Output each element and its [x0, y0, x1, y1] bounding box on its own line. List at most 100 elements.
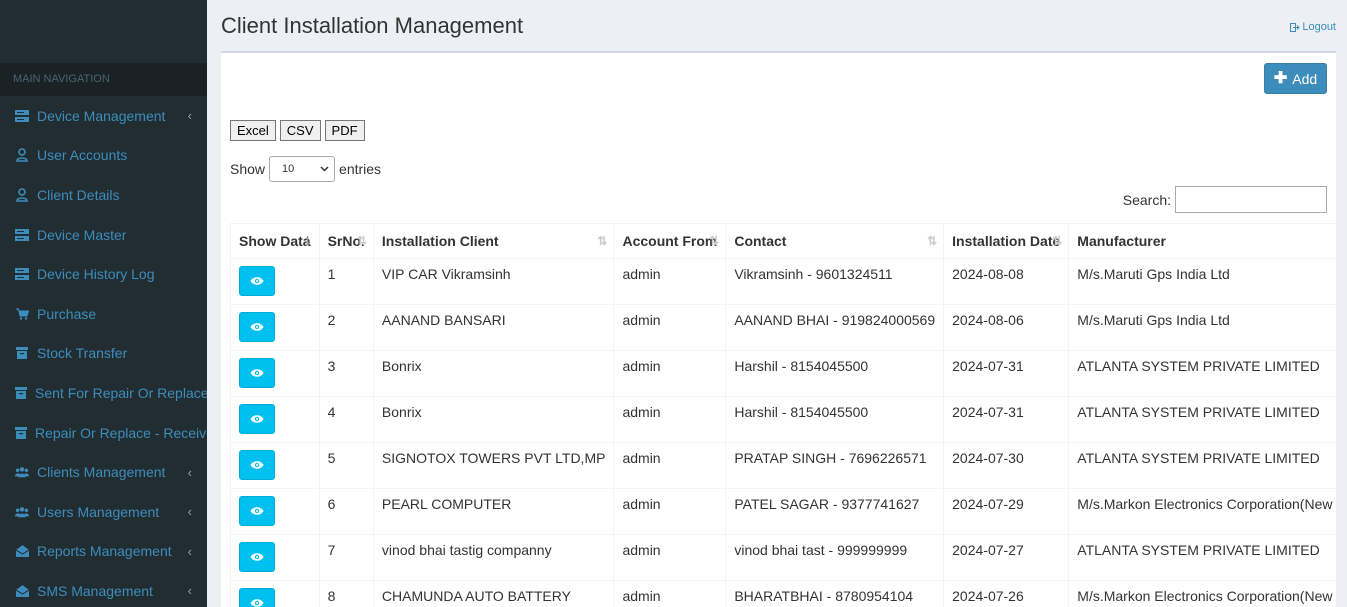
cell-account-from: admin [613, 442, 727, 489]
sidebar-item-purchase[interactable]: Purchase [0, 294, 207, 334]
cell-contact: PRATAP SINGH - 7696226571 [725, 442, 945, 489]
col-header-label: Contact [734, 233, 787, 249]
cell-installation-date: 2024-07-30 [943, 442, 1070, 489]
cell-installation-date: 2024-08-08 [943, 258, 1070, 305]
col-header-show-data[interactable]: Show Data ⇂ [230, 223, 320, 259]
sidebar-item-device-master[interactable]: Device Master [0, 215, 207, 255]
cell-contact: Harshil - 8154045500 [725, 396, 945, 443]
cell-account-from: admin [613, 580, 727, 607]
add-button[interactable]: ✚ Add [1264, 63, 1327, 94]
cell-installation-date: 2024-07-26 [943, 580, 1070, 607]
sidebar-item-sms-management[interactable]: SMS Management ‹ [0, 571, 207, 607]
col-header-account-from[interactable]: Account From ⇅ [613, 223, 727, 259]
search-control: Search: [1123, 186, 1327, 213]
export-excel-button[interactable]: Excel [230, 120, 276, 141]
sidebar-item-reports-management[interactable]: Reports Management ‹ [0, 532, 207, 572]
cell-account-from: admin [613, 258, 727, 305]
col-header-manufacturer[interactable]: Manufacturer⇅ [1068, 223, 1336, 259]
view-button[interactable] [239, 588, 275, 607]
sort-asc-icon: ⇂ [302, 234, 313, 248]
entries-label: entries [339, 161, 382, 177]
entries-select[interactable]: 10 [269, 156, 336, 182]
sidebar-item-repair-or-replace-received[interactable]: Repair Or Replace - Received [0, 413, 207, 453]
sidebar-item-users-management[interactable]: Users Management ‹ [0, 492, 207, 532]
logout-link[interactable]: Logout [1290, 21, 1336, 33]
cell-installation-client: VIP CAR Vikramsinh [372, 258, 615, 305]
cell-contact: BHARATBHAI - 8780954104 [725, 580, 945, 607]
cell-srno: 3 [318, 350, 374, 397]
cell-show-data [230, 580, 320, 607]
col-header-installation-client[interactable]: Installation Client ⇅ [372, 223, 615, 259]
eye-icon [250, 414, 264, 424]
show-label: Show [230, 161, 266, 177]
cell-installation-date: 2024-07-27 [943, 534, 1070, 581]
cell-account-from: admin [613, 350, 727, 397]
cell-account-from: admin [613, 396, 727, 443]
view-button[interactable] [239, 266, 275, 296]
sidebar-item-label: Stock Transfer [37, 345, 128, 362]
export-pdf-button[interactable]: PDF [324, 120, 365, 141]
table-row: 4 Bonrix admin Harshil - 8154045500 2024-07-… [230, 396, 1336, 443]
cell-show-data [230, 442, 320, 489]
cell-show-data [230, 304, 320, 351]
eye-icon [250, 506, 264, 516]
cell-installation-date: 2024-07-31 [943, 350, 1070, 397]
sign-out-icon [1290, 22, 1301, 32]
view-button[interactable] [239, 450, 275, 480]
col-header-installation-date[interactable]: Installation Date ⇅ [943, 223, 1070, 259]
export-csv-button[interactable]: CSV [279, 120, 321, 141]
cell-srno: 2 [318, 304, 374, 351]
sidebar-item-clients-management[interactable]: Clients Management ‹ [0, 452, 207, 492]
view-button[interactable] [239, 312, 275, 342]
sidebar-item-label: SMS Management [37, 582, 153, 599]
cell-show-data [230, 488, 320, 535]
archive-icon [15, 426, 27, 440]
sidebar-item-user-accounts[interactable]: User Accounts [0, 136, 207, 176]
chevron-left-icon: ‹ [187, 543, 192, 559]
table-row: 8 CHAMUNDA AUTO BATTERY admin BHARATBHAI - … [230, 580, 1336, 607]
sidebar-item-label: Reports Management [37, 543, 172, 560]
users-icon [15, 505, 29, 519]
cell-manufacturer: M/s.Markon Electronics Corporation(New D… [1068, 488, 1336, 535]
sidebar-item-device-management[interactable]: Device Management ‹ [0, 96, 207, 136]
chevron-left-icon: ‹ [187, 108, 192, 124]
col-header-contact[interactable]: Contact ⇅ [725, 223, 945, 259]
sort-icon: ⇅ [1052, 234, 1063, 248]
col-header-label: Installation Client [381, 233, 499, 249]
view-button[interactable] [239, 496, 275, 526]
cell-srno: 5 [318, 442, 374, 489]
sidebar-item-client-details[interactable]: Client Details [0, 175, 207, 215]
chevron-left-icon: ‹ [187, 504, 192, 520]
eye-icon [250, 460, 264, 470]
cell-manufacturer: M/s.Maruti Gps India Ltd [1068, 258, 1336, 305]
cell-show-data [230, 258, 320, 305]
users-icon [15, 465, 29, 479]
cell-installation-client: PEARL COMPUTER [372, 488, 615, 535]
archive-icon [15, 386, 27, 400]
view-button[interactable] [239, 358, 275, 388]
sidebar-item-label: Client Details [37, 186, 120, 203]
server-icon [15, 109, 29, 123]
col-header-srno[interactable]: SrNo. ⇅ [318, 223, 374, 259]
col-header-label: Show Data [239, 233, 311, 249]
sidebar-item-sent-for-repair-or-replace[interactable]: Sent For Repair Or Replace [0, 373, 207, 413]
user-icon [15, 188, 29, 202]
view-button[interactable] [239, 404, 275, 434]
sidebar-item-label: Device Management [37, 107, 166, 124]
archive-icon [15, 346, 29, 360]
search-input[interactable] [1175, 186, 1327, 213]
sidebar-item-stock-transfer[interactable]: Stock Transfer [0, 334, 207, 374]
view-button[interactable] [239, 542, 275, 572]
cell-manufacturer: ATLANTA SYSTEM PRIVATE LIMITED [1068, 442, 1336, 489]
sidebar-item-device-history-log[interactable]: Device History Log [0, 254, 207, 294]
cell-installation-client: SIGNOTOX TOWERS PVT LTD,MP [372, 442, 615, 489]
cell-manufacturer: M/s.Markon Electronics Corporation(New D… [1068, 580, 1336, 607]
cell-srno: 6 [318, 488, 374, 535]
cell-account-from: admin [613, 488, 727, 535]
sort-icon: ⇅ [709, 234, 720, 248]
sidebar-item-label: Sent For Repair Or Replace [35, 384, 207, 401]
table-row: 7 vinod bhai tastig compannу admin vinod bh… [230, 534, 1336, 581]
cell-contact: PATEL SAGAR - 9377741627 [725, 488, 945, 535]
cell-installation-client: AANAND BANSARI [372, 304, 615, 351]
table-row: 6 PEARL COMPUTER admin PATEL SAGAR - 937774… [230, 488, 1336, 535]
